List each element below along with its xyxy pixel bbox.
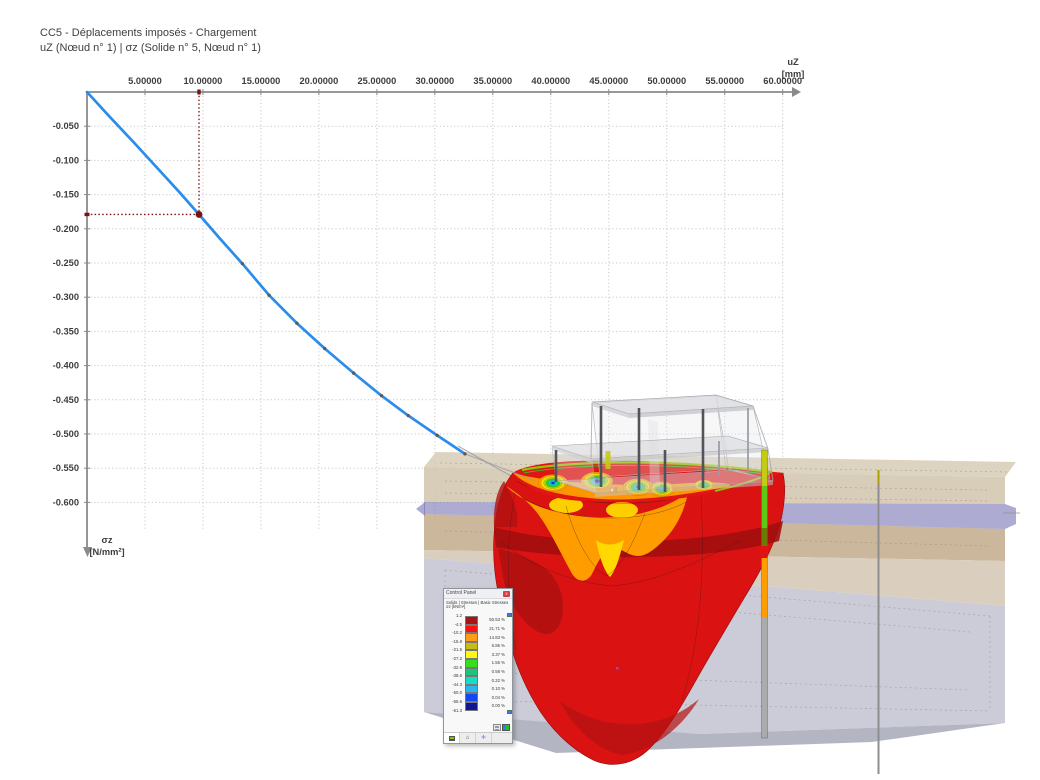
- building-structure: [552, 395, 773, 497]
- legend-percentage: 1.56 %: [477, 660, 505, 666]
- legend-percentage: 0.00 %: [477, 703, 505, 709]
- scale-min-handle[interactable]: [507, 710, 512, 714]
- legend-boundary-value: -15.8: [444, 639, 462, 645]
- control-panel-window: Control Panel x Solids | Stresses | Basi…: [443, 588, 513, 744]
- control-panel-titlebar[interactable]: Control Panel x: [444, 589, 512, 599]
- model-3d-view[interactable]: [0, 0, 1040, 780]
- scale-max-handle[interactable]: [507, 613, 512, 617]
- legend-boundary-value: -38.6: [444, 673, 462, 679]
- legend-boundary-value: -44.3: [444, 682, 462, 688]
- legend-percentage: 0.58 %: [477, 669, 505, 675]
- legend-boundary-value: -21.5: [444, 647, 462, 653]
- legend-boundary-value: -55.6: [444, 699, 462, 705]
- close-icon[interactable]: x: [503, 591, 510, 597]
- node-marker-small: [616, 667, 618, 669]
- legend-percentage: 3.37 %: [477, 652, 505, 658]
- diagram-header: CC5 - Déplacements imposés - Chargement …: [40, 26, 261, 56]
- legend-boundary-value: -10.2: [444, 630, 462, 636]
- tab-display-factors[interactable]: ⌂: [460, 733, 476, 743]
- panel-options-icon[interactable]: [493, 724, 501, 731]
- diagram-subtitle: uZ (Nœud n° 1) | σz (Solide n° 5, Nœud n…: [40, 41, 261, 56]
- pile-2-top: [606, 451, 611, 469]
- legend-percentage: 0.04 %: [477, 695, 505, 701]
- legend-percentage: 0.10 %: [477, 686, 505, 692]
- color-scale-settings-icon[interactable]: [502, 724, 510, 731]
- control-panel-tabs: ⌂ ✛: [444, 732, 512, 743]
- control-panel-title: Control Panel: [446, 589, 476, 598]
- house-icon: ⌂: [466, 735, 470, 741]
- legend-boundary-value: -32.9: [444, 665, 462, 671]
- legend-percentage: 21.71 %: [477, 626, 505, 632]
- panel-result-quantity: σz [kN/m²]: [446, 605, 510, 610]
- legend-percentage: 14.83 %: [477, 635, 505, 641]
- legend-boundary-value: -4.5: [444, 622, 462, 628]
- legend-percentage: 6.86 %: [477, 643, 505, 649]
- legend-percentage: 0.22 %: [477, 678, 505, 684]
- color-scale-legend: 50.53 % 21.71 % 14.83 % 6.86 % 3.37 % 1.56 % 0…: [444, 612, 512, 715]
- axes-icon: ✛: [481, 735, 486, 741]
- legend-boundary-value: -27.2: [444, 656, 462, 662]
- legend-percentage: 50.53 %: [477, 617, 505, 623]
- color-spectrum-icon: [449, 736, 455, 741]
- legend-boundary-value: -61.3: [444, 708, 462, 714]
- legend-boundary-value: -50.0: [444, 690, 462, 696]
- diagram-title: CC5 - Déplacements imposés - Chargement: [40, 26, 261, 41]
- legend-boundary-value: 1.2: [444, 613, 462, 619]
- tab-filter[interactable]: ✛: [476, 733, 492, 743]
- tab-color-spectrum[interactable]: [444, 733, 460, 743]
